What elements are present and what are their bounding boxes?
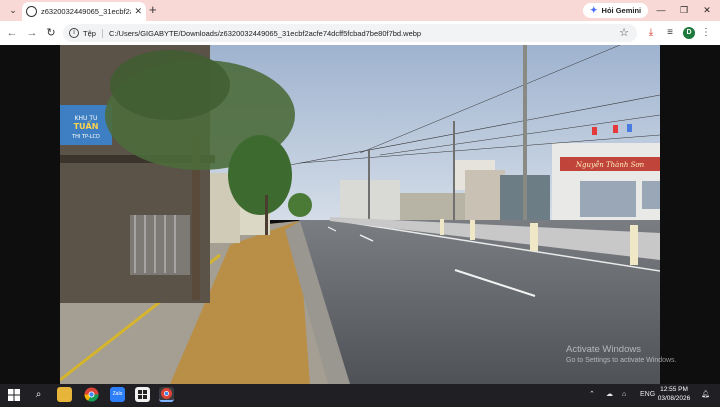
- profile-avatar[interactable]: D: [683, 27, 695, 39]
- network-icon[interactable]: ⌂: [622, 388, 626, 401]
- clock-date: 03/08/2026: [657, 394, 691, 402]
- back-arrow-icon[interactable]: ←: [5, 26, 19, 40]
- cloud-icon[interactable]: ☁: [606, 388, 613, 401]
- tab-close-icon[interactable]: ✕: [134, 6, 142, 17]
- file-scheme-chip: Tệp: [83, 28, 103, 38]
- tab-search-chevron-icon[interactable]: ⌄: [6, 3, 20, 17]
- system-clock[interactable]: 12:55 PM 03/08/2026: [654, 386, 694, 403]
- url-text[interactable]: C:/Users/GIGABYTE/Downloads/z63200324490…: [109, 29, 421, 38]
- file-explorer-icon[interactable]: [57, 387, 72, 402]
- address-bar[interactable]: i Tệp C:/Users/GIGABYTE/Downloads/z63200…: [63, 24, 637, 42]
- taskbar: ⌕ Zalo ⌃ ☁ ⌂ ENG 12:55 PM 03/08/2026 🔔︎: [0, 384, 720, 405]
- language-indicator[interactable]: ENG: [640, 388, 655, 401]
- close-window-icon[interactable]: ✕: [697, 3, 717, 17]
- reload-icon[interactable]: ↻: [44, 26, 58, 40]
- activate-windows-watermark: Activate Windows Go to Settings to activ…: [566, 344, 677, 366]
- browser-toolbar: ← → ↻ i Tệp C:/Users/GIGABYTE/Downloads/…: [0, 21, 720, 45]
- ask-gemini-button[interactable]: ✦ Hỏi Gemini: [583, 3, 649, 18]
- forward-arrow-icon[interactable]: →: [25, 26, 39, 40]
- restore-icon[interactable]: ❐: [674, 3, 694, 17]
- menu-kebab-icon[interactable]: ⋮: [699, 26, 713, 40]
- app-grid-icon[interactable]: [135, 387, 150, 402]
- reading-list-icon[interactable]: ≡: [663, 26, 677, 40]
- watermark-title: Activate Windows: [566, 344, 641, 355]
- chrome-icon[interactable]: [84, 387, 99, 402]
- download-icon[interactable]: ⤓: [644, 26, 658, 40]
- minimize-icon[interactable]: —: [651, 3, 671, 17]
- shop-sign-line-3: THI TP-LCD: [71, 134, 100, 140]
- active-tab[interactable]: z6320032449065_31ecbf2acfe7 ✕: [22, 2, 146, 21]
- globe-icon: [26, 6, 37, 17]
- bookmark-star-icon[interactable]: ☆: [619, 26, 629, 39]
- windows-start-icon[interactable]: [8, 388, 20, 401]
- zalo-icon[interactable]: Zalo: [110, 387, 125, 402]
- notification-bell-icon[interactable]: 🔔︎: [701, 388, 710, 401]
- search-icon[interactable]: ⌕: [31, 387, 46, 402]
- street-photo: Nguyễn Thành Sơn KHU TU TUẤN THI TP-LCD: [60, 45, 660, 384]
- tab-strip: ⌄ z6320032449065_31ecbf2acfe7 ✕ + ✦ Hỏi …: [0, 0, 720, 21]
- site-info-icon[interactable]: i: [69, 28, 79, 38]
- watermark-subtitle: Go to Settings to activate Windows.: [566, 357, 677, 364]
- tray-chevron-icon[interactable]: ⌃: [589, 388, 595, 401]
- tab-title: z6320032449065_31ecbf2acfe7: [41, 7, 131, 16]
- gemini-sparkle-icon: ✦: [590, 5, 598, 15]
- new-tab-plus-icon[interactable]: +: [149, 3, 157, 17]
- chrome-active-icon[interactable]: [159, 387, 174, 402]
- shop-sign-line-1: KHU TU: [75, 115, 98, 122]
- clock-time: 12:55 PM: [660, 386, 688, 393]
- shop-banner-text: Nguyễn Thành Sơn: [575, 160, 645, 169]
- gemini-label: Hỏi Gemini: [601, 6, 642, 15]
